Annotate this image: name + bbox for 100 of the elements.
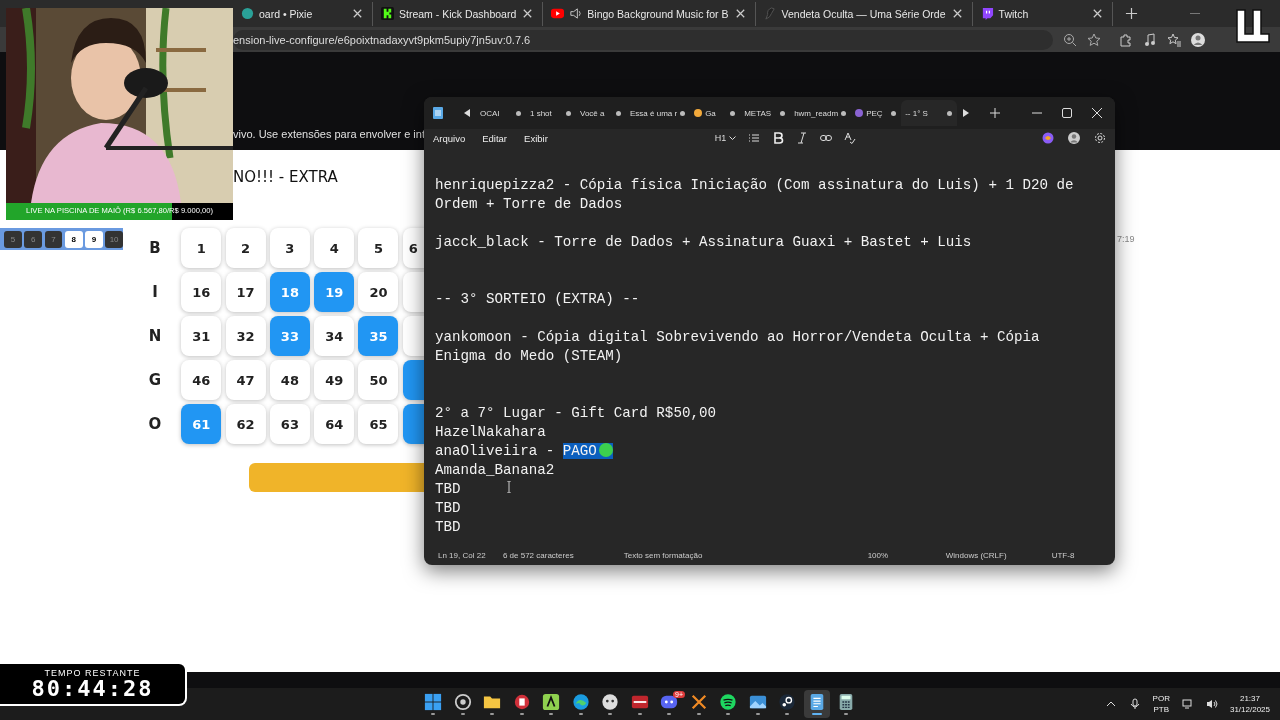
notepad-icon (432, 107, 444, 119)
photos-icon[interactable] (748, 693, 767, 711)
speaker-icon (569, 7, 583, 20)
caret-icon (728, 136, 736, 141)
steam-icon[interactable] (778, 693, 796, 711)
text-line: Amanda_Banana2 (435, 462, 555, 478)
link-icon[interactable] (819, 132, 832, 144)
bingo-number: 50 (358, 360, 399, 400)
calculator-icon[interactable] (837, 693, 855, 711)
document-tab[interactable]: METAS (740, 100, 791, 126)
text-line: henriquepizza2 - Cópia física Iniciação (Com assinatura do Luis) + 1 D20 de Ordem + Torre de Dados (435, 177, 1074, 212)
drawn-number: 8 (64, 230, 83, 248)
cross-app-icon[interactable] (689, 693, 708, 711)
network-icon[interactable] (1181, 698, 1194, 710)
status-text: 100% (867, 550, 889, 560)
timestamp: 7:19 (1117, 234, 1135, 244)
document-tab[interactable]: OCAI (476, 100, 526, 126)
menu-item[interactable]: Exibir (524, 132, 548, 144)
page-title: NO!!! - EXTRA (233, 168, 338, 186)
browser-tab[interactable]: Stream - Kick Dashboard (373, 1, 544, 26)
new-tab-icon[interactable] (1124, 7, 1138, 20)
browser-tab[interactable]: Twitch (972, 1, 1113, 26)
document-tab[interactable]: 1 shot (526, 100, 576, 126)
timer-label: TEMPO RESTANTE (44, 668, 141, 678)
status-text: Texto sem formatação (623, 550, 703, 560)
spotify-icon[interactable] (719, 693, 737, 711)
close-icon[interactable] (351, 7, 364, 20)
menu-item[interactable]: Arquivo (433, 132, 466, 144)
text-line: anaOliveiira - (435, 443, 556, 459)
clock-time[interactable]: 21:37 (1239, 694, 1260, 703)
heading-dropdown[interactable]: H1 (714, 133, 736, 143)
copilot-icon[interactable] (1042, 132, 1054, 144)
drawn-number: 5 (4, 230, 22, 248)
bingo-number: 64 (314, 404, 355, 444)
browser-tab[interactable]: Bingo Background Music for B (543, 1, 756, 26)
bingo-number: 33 (269, 316, 310, 356)
bingo-letter: B (148, 239, 162, 257)
drawn-number: 9 (85, 230, 103, 248)
bingo-number: 32 (225, 316, 266, 356)
bingo-number: 31 (181, 316, 222, 356)
bold-icon[interactable] (771, 132, 784, 144)
emoji-icon (855, 109, 864, 117)
round-app-icon[interactable] (601, 693, 619, 711)
text-line: 2° a 7° Lugar - Gift Card R$50,00 (435, 405, 716, 421)
status-text: UTF-8 (1051, 550, 1075, 560)
letter-app-icon[interactable] (542, 693, 560, 711)
close-icon[interactable] (1089, 105, 1105, 121)
document-tab[interactable]: PEÇ (851, 100, 902, 126)
spellcheck-icon[interactable] (843, 132, 856, 144)
bingo-number: 19 (314, 272, 355, 312)
language-text[interactable]: POR (1152, 694, 1170, 703)
bingo-number: 16 (181, 272, 222, 312)
microphone-icon[interactable] (1128, 698, 1141, 710)
document-tab[interactable]: Você a (576, 100, 626, 126)
pixie-icon (241, 7, 254, 20)
edge-icon[interactable] (571, 693, 590, 711)
favorites-icon[interactable] (1167, 32, 1181, 47)
extensions-icon[interactable] (1119, 32, 1133, 47)
bingo-number: 3 (269, 228, 310, 268)
text-line: TBD (435, 481, 461, 497)
document-tab[interactable]: Essa é uma r (626, 100, 691, 126)
new-tab-icon[interactable] (989, 107, 1002, 119)
keyboard-layout-text[interactable]: PTB (1153, 705, 1170, 714)
start-icon[interactable] (424, 693, 442, 711)
zoom-icon[interactable] (1063, 32, 1077, 47)
list-icon[interactable] (747, 132, 760, 144)
star-icon[interactable] (1087, 32, 1101, 47)
circle-app-icon[interactable] (453, 693, 472, 711)
youtube-icon (551, 7, 565, 20)
record-app-icon[interactable] (512, 693, 531, 711)
settings-icon[interactable] (1094, 132, 1106, 144)
text-cursor-icon (506, 481, 512, 493)
bingo-letter: O (147, 415, 163, 433)
avatar-icon[interactable] (1191, 32, 1205, 47)
mixer-icon[interactable] (630, 693, 649, 711)
maximize-icon[interactable] (1059, 105, 1075, 121)
drawn-number: 7 (44, 230, 63, 248)
bingo-number: 34 (314, 316, 355, 356)
browser-tab[interactable]: Vendeta Oculta — Uma Série Orde (755, 1, 973, 26)
document-tab[interactable]: Ga (690, 100, 741, 126)
bingo-number: 62 (225, 404, 266, 444)
bingo-letter: G (147, 371, 163, 389)
bingo-number: 46 (181, 360, 222, 400)
bingo-number: 35 (358, 316, 399, 356)
music-icon[interactable] (1143, 32, 1157, 47)
speaker-icon[interactable] (1205, 698, 1218, 710)
status-text: 6 de 572 caracteres (502, 550, 574, 560)
bingo-number: 5 (358, 228, 399, 268)
bingo-number: 4 (314, 228, 355, 268)
bingo-number: 1 (181, 228, 222, 268)
document-tab[interactable]: hwm_readm (790, 100, 852, 126)
text-line: -- 3° SORTEIO (EXTRA) -- (435, 291, 640, 307)
clock-date[interactable]: 31/12/2025 (1229, 705, 1270, 714)
status-text: Ln 19, Col 22 (438, 550, 486, 560)
menu-item[interactable]: Editar (482, 132, 508, 144)
italic-icon[interactable] (795, 132, 808, 144)
address-field[interactable]: ension-live-configure/e6poixtnadaxyvt9pkm5upiy7jn5uv:0.7.6 (233, 29, 1053, 50)
document-tab[interactable]: -- 1° S (901, 100, 958, 126)
bingo-number: 20 (358, 272, 399, 312)
avatar-icon[interactable] (1068, 132, 1080, 144)
